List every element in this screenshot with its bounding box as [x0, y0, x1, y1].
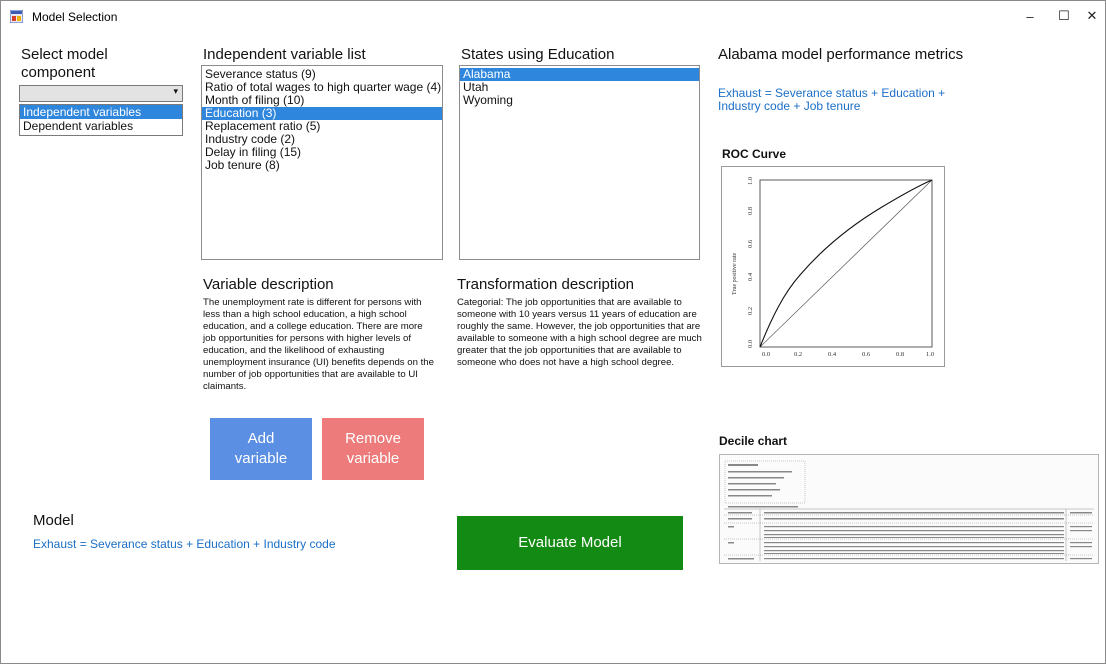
x-tick-label: 0.8: [896, 351, 904, 358]
y-tick-label: 1.0: [747, 177, 754, 185]
y-tick-label: 0.8: [747, 207, 754, 215]
dropdown-option[interactable]: Independent variables: [20, 105, 182, 119]
transformation-description-heading: Transformation description: [457, 276, 635, 293]
decile-table-thumbnail: [724, 460, 1094, 561]
diagonal-reference-line: [759, 179, 933, 348]
window-title: Model Selection: [32, 10, 118, 24]
y-tick-label: 0.6: [747, 239, 754, 248]
states-listbox[interactable]: Alabama Utah Wyoming: [459, 65, 700, 260]
x-tick-label: 0.4: [828, 351, 837, 358]
variable-description-text: The unemployment rate is different for p…: [203, 297, 434, 392]
remove-variable-button[interactable]: Remove variable: [322, 418, 424, 480]
transformation-description-text: Categorial: The job opportunities that a…: [457, 297, 702, 368]
list-item[interactable]: Wyoming: [460, 94, 699, 107]
independent-list-heading: Independent variable list: [203, 46, 366, 63]
list-item[interactable]: Job tenure (8): [202, 159, 442, 172]
x-tick-label: 0.6: [862, 351, 871, 358]
dropdown-option[interactable]: Dependent variables: [20, 119, 182, 133]
list-item-selected[interactable]: Alabama: [460, 68, 699, 81]
y-tick-label: 0.4: [747, 272, 754, 281]
metrics-formula: Exhaust = Severance status + Education +…: [718, 86, 946, 113]
component-combobox[interactable]: ▾: [19, 85, 183, 102]
x-tick-label: 0.2: [794, 351, 802, 358]
evaluate-model-button[interactable]: Evaluate Model: [457, 516, 683, 570]
roc-curve-plot: 0.0 0.2 0.4 0.6 0.8 1.0 0.0 0.2 0.4 0.6 …: [732, 177, 934, 358]
component-dropdown-list: Independent variables Dependent variable…: [19, 104, 183, 136]
close-button[interactable]: ✕: [1081, 4, 1103, 28]
y-tick-label: 0.2: [747, 307, 754, 315]
decile-chart-image: [719, 454, 1099, 564]
states-list-heading: States using Education: [461, 46, 615, 63]
app-icon: [10, 10, 23, 23]
y-axis-label: True positive rate: [732, 253, 738, 295]
model-heading: Model: [33, 512, 74, 529]
metrics-heading: Alabama model performance metrics: [718, 46, 964, 63]
roc-curve-image: 0.0 0.2 0.4 0.6 0.8 1.0 0.0 0.2 0.4 0.6 …: [721, 166, 945, 367]
variable-description-heading: Variable description: [203, 276, 334, 293]
x-tick-label: 1.0: [926, 351, 934, 358]
x-tick-label: 0.0: [762, 351, 770, 358]
model-formula: Exhaust = Severance status + Education +…: [33, 537, 336, 551]
decile-heading: Decile chart: [719, 434, 788, 448]
maximize-button[interactable]: ☐: [1047, 4, 1081, 28]
add-variable-label: Add variable: [234, 430, 288, 467]
evaluate-model-label: Evaluate Model: [518, 534, 622, 551]
roc-heading: ROC Curve: [722, 147, 787, 161]
select-component-heading: Select model component: [21, 46, 108, 81]
chevron-down-icon: ▾: [173, 86, 178, 96]
minimize-button[interactable]: –: [1013, 4, 1047, 28]
remove-variable-label: Remove variable: [345, 430, 401, 467]
title-bar: Model Selection – ☐ ✕: [0, 0, 1104, 32]
y-tick-label: 0.0: [747, 340, 754, 348]
add-variable-button[interactable]: Add variable: [210, 418, 312, 480]
independent-variable-listbox[interactable]: Severance status (9) Ratio of total wage…: [201, 65, 443, 260]
